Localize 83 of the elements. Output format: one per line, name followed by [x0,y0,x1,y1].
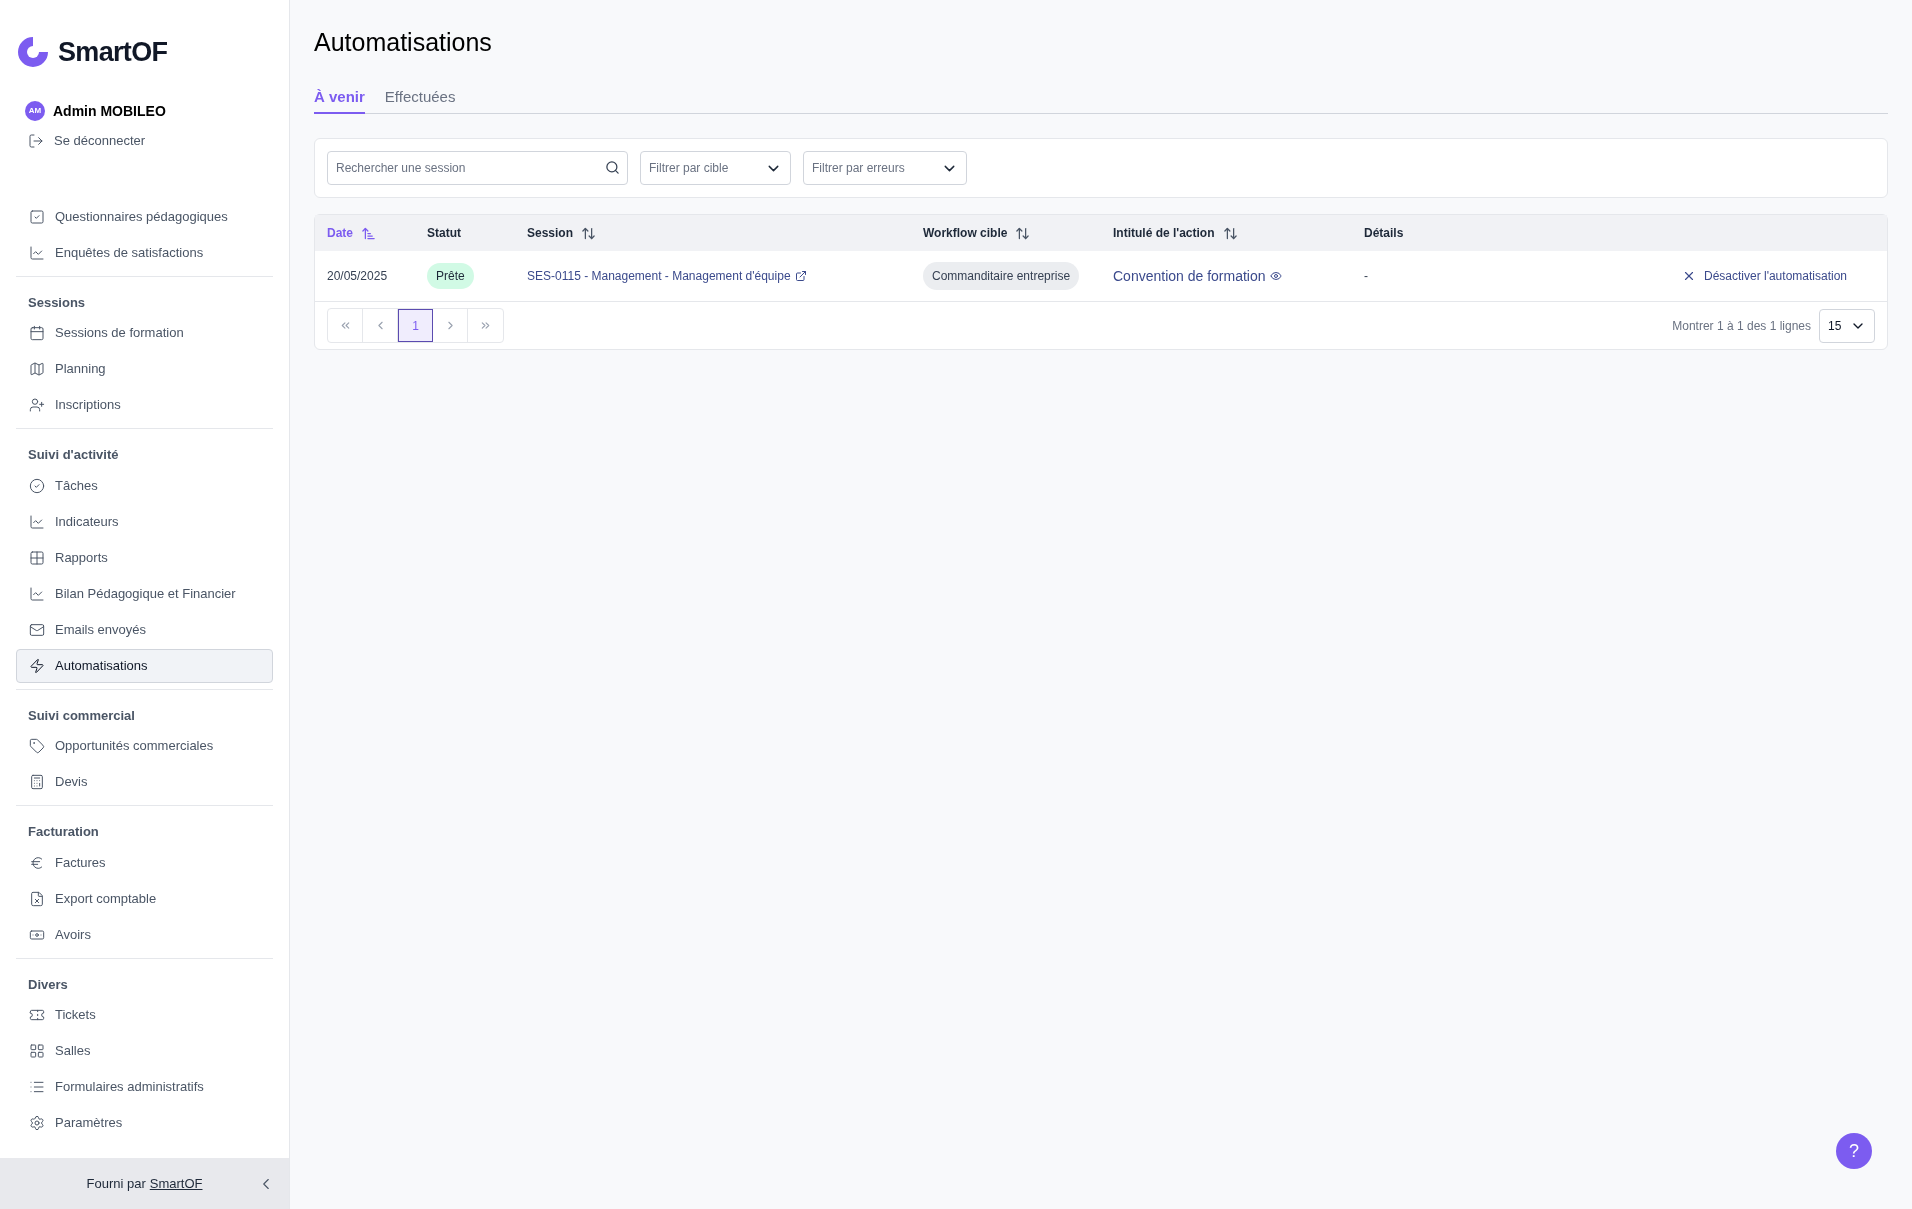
sidebar-item[interactable]: Tickets [16,998,273,1032]
sidebar-item[interactable]: Devis [16,765,273,799]
sidebar-item[interactable]: Questionnaires pédagogiques [16,199,273,234]
sidebar-item[interactable]: Rapports [16,540,273,575]
filter-dropdown[interactable]: Filtrer par erreurs [803,151,967,185]
sort-ascending-icon [361,225,376,241]
sidebar-item[interactable]: Tâches [16,468,273,503]
status-badge: Prête [427,263,474,289]
map-icon [29,361,45,377]
column-header[interactable]: Workflow cible [911,224,1101,242]
filter-dropdown[interactable]: Filtrer par cible [640,151,791,185]
sort-icon [1015,225,1031,241]
section-heading: Facturation [27,823,100,841]
sidebar-item[interactable]: Factures [16,845,273,880]
sidebar-item[interactable]: Enquêtes de satisfactions [16,235,273,270]
sidebar-item[interactable]: Salles [16,1034,273,1068]
section-heading: Divers [27,975,69,994]
sidebar-item[interactable]: Sessions de formation [16,316,273,350]
grid-icon [29,549,45,566]
sidebar-item[interactable]: Paramètres [16,1106,273,1140]
sidebar-item[interactable]: Automatisations [16,648,273,683]
logo-text: SmartOF [58,36,168,69]
tab[interactable]: Effectuées [384,85,456,114]
tab[interactable]: À venir [314,85,365,114]
deactivate-button[interactable]: Désactiver l'automatisation [1681,267,1847,285]
date-cell-text: 20/05/2025 [326,268,389,285]
settings-icon [29,1115,45,1131]
eye-icon [1269,270,1282,282]
page-title: Automatisations [314,27,493,58]
column-header[interactable]: Date [315,224,415,242]
double-chevron-right-icon [479,319,492,332]
mail-icon [29,621,45,638]
section-heading: Suivi commercial [27,706,136,725]
column-header[interactable]: Intitulé de l'action [1101,224,1352,242]
grid-icon [29,1043,45,1059]
chart-icon [29,585,45,602]
ticket-icon [29,1007,45,1023]
calculator-icon [29,774,45,790]
rows-summary: Montrer 1 à 1 des 1 lignes [1672,317,1811,335]
tag-icon [29,738,45,754]
user-name: Admin MOBILEO [53,101,166,121]
chart-icon [29,513,45,530]
check-circle-icon [29,477,45,494]
list-icon [29,1079,45,1095]
sidebar-item[interactable]: Emails envoyés [16,612,273,647]
help-button[interactable]: ? [1836,1133,1872,1169]
footer-link[interactable]: SmartOF [149,1173,203,1194]
user-plus-icon [29,397,45,413]
chart-icon [29,244,45,261]
section-heading: Sessions [27,293,87,312]
details-cell-text: - [1363,268,1369,285]
sidebar-item[interactable]: Formulaires administratifs [16,1070,273,1104]
checkbox-icon [29,208,45,225]
workflow-tag: Commanditaire entreprise [923,262,1080,290]
sidebar-item[interactable]: Planning [16,352,273,386]
euro-icon [29,854,45,871]
column-header[interactable]: Session [515,224,911,242]
footer-text: Fourni par [86,1174,146,1193]
sidebar-item[interactable]: Indicateurs [16,504,273,539]
user-avatar: AM [25,101,45,121]
column-header: Statut [426,225,462,242]
logo-icon [16,35,50,70]
search-field[interactable]: Rechercher une session [327,151,628,185]
session-link[interactable]: SES-0115 - Management - Management d'équipe [515,267,911,285]
sidebar-item[interactable]: Inscriptions [16,388,273,422]
sidebar-item[interactable]: Avoirs [16,917,273,952]
sidebar-item[interactable]: Opportunités commerciales [16,729,273,763]
sidebar-item[interactable]: Export comptable [16,881,273,916]
calendar-icon [29,325,45,341]
lightning-icon [29,657,45,674]
section-heading: Suivi d'activité [27,446,120,464]
sort-icon [581,225,597,241]
action-link[interactable]: Convention de formation [1101,265,1352,287]
page-button[interactable]: 1 [398,309,433,342]
sort-icon [1222,225,1238,241]
external-link-icon [794,270,807,282]
search-icon [605,160,620,175]
logout-icon [28,132,44,149]
sidebar-item[interactable]: Bilan Pédagogique et Financier [16,576,273,611]
page-size-dropdown[interactable]: 15 [1819,308,1875,343]
file-icon [29,890,45,907]
logout-link[interactable]: Se déconnecter [16,121,273,160]
column-header: Détails [1363,225,1405,242]
